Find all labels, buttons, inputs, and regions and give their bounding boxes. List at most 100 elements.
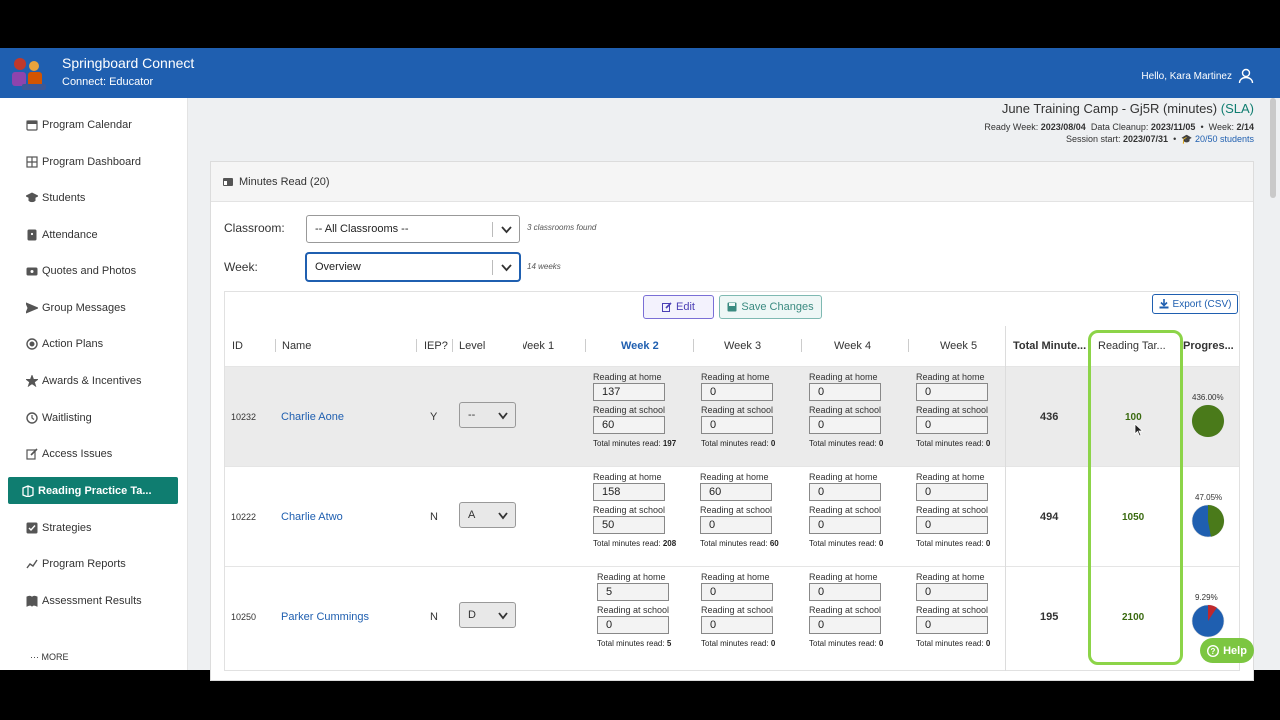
total-minutes-label: Total minutes read: xyxy=(700,539,768,548)
column-header-total-minutes[interactable]: Total Minute... xyxy=(1013,340,1086,352)
reading-at-school-input[interactable]: 0 xyxy=(701,416,773,434)
column-header-iep[interactable]: IEP? xyxy=(424,340,448,352)
level-select[interactable]: A xyxy=(459,502,516,528)
column-divider xyxy=(801,339,802,352)
reading-at-school-input[interactable]: 50 xyxy=(593,516,665,534)
graduation-cap-icon: 🎓 xyxy=(1181,134,1193,144)
total-minutes-label: Total minutes read: xyxy=(593,439,661,448)
app-title: Springboard Connect xyxy=(62,55,195,71)
total-minutes-label: Total minutes read: xyxy=(593,539,661,548)
student-id: 10232 xyxy=(231,412,257,422)
reading-at-home-input[interactable]: 0 xyxy=(916,483,988,501)
sidebar-item-students[interactable]: Students xyxy=(8,184,178,211)
reading-at-school-label: Reading at school xyxy=(593,505,666,515)
week-select[interactable]: Overview xyxy=(306,253,520,281)
column-header-week-3[interactable]: Week 3 xyxy=(724,340,761,352)
progress-pie-chart xyxy=(1191,604,1225,638)
sidebar-item-access-issues[interactable]: Access Issues xyxy=(8,440,178,467)
reading-at-home-label: Reading at home xyxy=(701,372,770,382)
column-header-week-2[interactable]: Week 2 xyxy=(621,340,659,352)
total-minutes-value: 195 xyxy=(1040,611,1059,623)
reading-at-home-input[interactable]: 0 xyxy=(701,383,773,401)
chevron-down-icon xyxy=(501,264,512,272)
reading-at-school-input[interactable]: 0 xyxy=(916,616,988,634)
reading-at-home-input[interactable]: 0 xyxy=(916,383,988,401)
sidebar-item-program-reports[interactable]: Program Reports xyxy=(8,550,178,577)
reading-at-home-input[interactable]: 0 xyxy=(809,483,881,501)
reading-at-school-input[interactable]: 0 xyxy=(597,616,669,634)
column-divider xyxy=(416,339,417,352)
ready-week: 2023/08/04 xyxy=(1040,122,1086,132)
student-name-link[interactable]: Charlie Atwo xyxy=(281,511,343,523)
reading-at-school-input[interactable]: 0 xyxy=(809,516,881,534)
reading-at-home-label: Reading at home xyxy=(597,572,666,582)
reading-at-school-input[interactable]: 0 xyxy=(701,616,773,634)
reading-at-home-input[interactable]: 5 xyxy=(597,583,669,601)
total-minutes-label: Total minutes read: xyxy=(701,439,769,448)
column-header-week-5[interactable]: Week 5 xyxy=(940,340,977,352)
week-total-value: 208 xyxy=(662,539,677,548)
column-header-id[interactable]: ID xyxy=(232,340,243,352)
total-minutes-label: Total minutes read: xyxy=(809,639,877,648)
column-header-week-4[interactable]: Week 4 xyxy=(834,340,871,352)
weeks-scroll-region[interactable]: Week 1 Week 2 Week 3 Week 4 Week 5 Reading at… xyxy=(523,326,1005,671)
sidebar-item-action-plans[interactable]: Action Plans xyxy=(8,330,178,357)
sidebar-item-attendance[interactable]: Attendance xyxy=(8,221,178,248)
sidebar-item-program-calendar[interactable]: Program Calendar xyxy=(8,111,178,138)
reading-at-home-input[interactable]: 0 xyxy=(809,583,881,601)
reading-at-school-input[interactable]: 0 xyxy=(809,416,881,434)
student-name-link[interactable]: Parker Cummings xyxy=(281,611,369,623)
reading-at-school-input[interactable]: 0 xyxy=(916,416,988,434)
reading-at-school-label: Reading at school xyxy=(701,405,774,415)
reading-at-home-input[interactable]: 137 xyxy=(593,383,665,401)
sidebar: Program Calendar Program Dashboard Student… xyxy=(0,98,188,670)
sidebar-item-program-dashboard[interactable]: Program Dashboard xyxy=(8,148,178,175)
sidebar-item-assessment-results[interactable]: Assessment Results xyxy=(8,587,178,614)
week-total-minutes: Total minutes read: 0 xyxy=(809,439,883,448)
column-header-level[interactable]: Level xyxy=(459,340,485,352)
column-header-week-1[interactable]: Week 1 xyxy=(523,340,554,352)
user-menu[interactable]: Hello, Kara Martinez xyxy=(1141,68,1254,84)
save-changes-button[interactable]: Save Changes xyxy=(719,295,822,319)
total-minutes-label: Total minutes read: xyxy=(916,539,984,548)
reading-at-home-input[interactable]: 60 xyxy=(700,483,772,501)
week-total-value: 0 xyxy=(878,439,884,448)
week-total-minutes: Total minutes read: 0 xyxy=(701,439,775,448)
download-icon xyxy=(1159,299,1169,309)
column-header-progress[interactable]: Progres... xyxy=(1183,340,1234,352)
students-link[interactable]: 🎓 20/50 students xyxy=(1181,134,1254,144)
sidebar-item-reading-practice-ta[interactable]: Reading Practice Ta... xyxy=(8,477,178,504)
reading-at-home-input[interactable]: 0 xyxy=(809,383,881,401)
sidebar-item-awards-incentives[interactable]: Awards & Incentives xyxy=(8,367,178,394)
classroom-select[interactable]: -- All Classrooms -- xyxy=(306,215,520,243)
more-menu[interactable]: ··· MORE xyxy=(30,652,69,662)
page-scrollbar[interactable] xyxy=(1270,98,1276,198)
sidebar-item-waitlisting[interactable]: Waitlisting xyxy=(8,404,178,431)
reading-at-school-label: Reading at school xyxy=(593,405,666,415)
column-header-name[interactable]: Name xyxy=(282,340,311,352)
reading-at-home-input[interactable]: 0 xyxy=(701,583,773,601)
camera-icon xyxy=(26,267,38,275)
sidebar-item-quotes-and-photos[interactable]: Quotes and Photos xyxy=(8,257,178,284)
reading-at-school-input[interactable]: 0 xyxy=(700,516,772,534)
help-button[interactable]: ? Help xyxy=(1200,638,1254,663)
level-select[interactable]: D xyxy=(459,602,516,628)
session-start: 2023/07/31 xyxy=(1123,134,1169,144)
reading-at-school-input[interactable]: 0 xyxy=(916,516,988,534)
sidebar-item-group-messages[interactable]: Group Messages xyxy=(8,294,178,321)
reading-at-school-input[interactable]: 60 xyxy=(593,416,665,434)
export-csv-button[interactable]: Export (CSV) xyxy=(1152,294,1238,314)
select-divider xyxy=(492,222,493,237)
student-name-link[interactable]: Charlie Aone xyxy=(281,411,344,423)
level-select[interactable]: -- xyxy=(459,402,516,428)
user-icon xyxy=(1238,68,1254,84)
reading-at-school-input[interactable]: 0 xyxy=(809,616,881,634)
week-total-minutes: Total minutes read: 208 xyxy=(593,539,676,548)
edit-button[interactable]: Edit xyxy=(643,295,714,319)
top-bar: Springboard Connect Connect: Educator He… xyxy=(0,48,1280,98)
sidebar-item-strategies[interactable]: Strategies xyxy=(8,514,178,541)
reading-at-school-label: Reading at school xyxy=(916,605,989,615)
reading-at-home-input[interactable]: 158 xyxy=(593,483,665,501)
camp-title: June Training Camp - Gj5R (minutes) (SLA… xyxy=(1002,101,1254,116)
reading-at-home-input[interactable]: 0 xyxy=(916,583,988,601)
